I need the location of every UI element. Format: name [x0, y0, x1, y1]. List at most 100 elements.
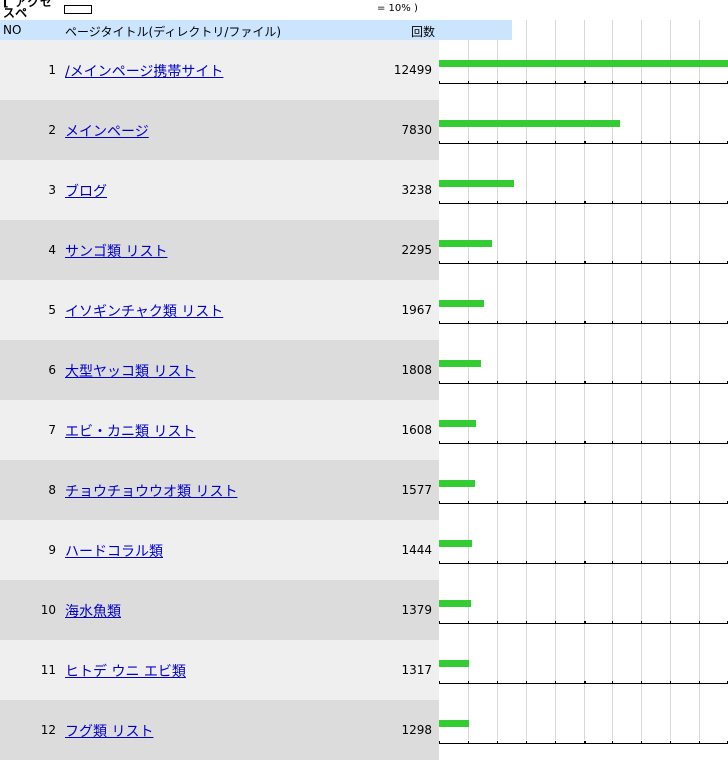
axis-tick: [526, 501, 527, 504]
visit-count: 1808: [401, 363, 432, 377]
table-row: 10 海水魚類 1379: [0, 580, 728, 640]
chart-bar: [439, 300, 484, 307]
header-no: NO: [3, 23, 22, 37]
axis-tick: [468, 621, 469, 624]
axis-tick: [555, 621, 556, 624]
page-title-link[interactable]: イソギンチャク類 リスト: [65, 301, 223, 321]
page-title-link[interactable]: チョウチョウウオ類 リスト: [65, 481, 237, 501]
axis-tick: [641, 561, 642, 564]
row-number: 10: [40, 603, 56, 617]
page-title-link[interactable]: エビ・カニ類 リスト: [65, 421, 195, 441]
chart-bar: [439, 60, 728, 67]
header-count: 回数: [411, 25, 436, 39]
visit-count: 7830: [401, 123, 432, 137]
page-title-link[interactable]: サンゴ類 リスト: [65, 241, 167, 261]
page-title-link[interactable]: メインページ: [65, 121, 149, 141]
axis-tick: [641, 621, 642, 624]
chart-bar: [439, 180, 514, 187]
axis-tick: [584, 561, 586, 564]
table-header: NO ページタイトル(ディレクトリ/ファイル) 回数: [0, 20, 512, 40]
axis-tick: [641, 81, 642, 84]
axis-tick: [584, 441, 586, 444]
axis-tick: [526, 561, 527, 564]
page-title-link[interactable]: 海水魚類: [65, 601, 121, 621]
axis-tick: [468, 201, 469, 204]
axis-tick: [612, 621, 613, 624]
axis-tick: [497, 681, 498, 684]
axis-tick: [555, 321, 556, 324]
axis-tick: [641, 141, 642, 144]
axis-tick: [612, 561, 613, 564]
page-title-link[interactable]: フグ類 リスト: [65, 721, 153, 741]
table-row: 7 エビ・カニ類 リスト 1608: [0, 400, 728, 460]
row-number: 2: [48, 123, 56, 137]
axis-tick: [497, 81, 498, 84]
corner-box: [64, 5, 92, 14]
axis-tick: [439, 561, 440, 564]
axis-tick: [612, 141, 613, 144]
axis-tick: [439, 681, 440, 684]
axis-tick: [699, 621, 700, 624]
axis-tick: [699, 141, 700, 144]
axis-tick: [670, 321, 671, 324]
top-bar: [ アクセスペ = 10% ): [0, 0, 728, 20]
row-number: 12: [40, 723, 56, 737]
table-row: 2 メインページ 7830: [0, 100, 728, 160]
axis-tick: [670, 381, 671, 384]
visit-count: 3238: [401, 183, 432, 197]
page-title-link[interactable]: 大型ヤッコ類 リスト: [65, 361, 195, 381]
axis-tick: [612, 741, 613, 744]
axis-tick: [670, 261, 671, 264]
axis-tick: [612, 381, 613, 384]
page-title-link[interactable]: /メインページ携帯サイト: [65, 61, 223, 81]
axis-tick: [670, 201, 671, 204]
axis-tick: [584, 681, 586, 684]
axis-tick: [468, 441, 469, 444]
axis-tick: [497, 741, 498, 744]
axis-tick: [555, 141, 556, 144]
page-title-link[interactable]: ヒトデ ウニ エビ類: [65, 661, 186, 681]
axis-tick: [641, 741, 642, 744]
row-number: 1: [48, 63, 56, 77]
axis-tick: [439, 621, 440, 624]
axis-tick: [670, 621, 671, 624]
axis-tick: [468, 141, 469, 144]
axis-tick: [555, 501, 556, 504]
visit-count: 1444: [401, 543, 432, 557]
row-number: 4: [48, 243, 56, 257]
table-row: 5 イソギンチャク類 リスト 1967: [0, 280, 728, 340]
axis-tick: [612, 321, 613, 324]
axis-tick: [584, 261, 586, 264]
table-row: 12 フグ類 リスト 1298: [0, 700, 728, 760]
axis-tick: [699, 261, 700, 264]
chart-bar: [439, 360, 481, 367]
axis-tick: [526, 741, 527, 744]
chart-bar: [439, 480, 475, 487]
axis-tick: [439, 501, 440, 504]
table-row: 11 ヒトデ ウニ エビ類 1317: [0, 640, 728, 700]
axis-tick: [439, 741, 440, 744]
axis-tick: [612, 81, 613, 84]
chart-bar: [439, 120, 620, 127]
visit-count: 2295: [401, 243, 432, 257]
chart-bar: [439, 720, 469, 727]
axis-tick: [468, 561, 469, 564]
row-number: 8: [48, 483, 56, 497]
axis-tick: [641, 261, 642, 264]
axis-tick: [468, 741, 469, 744]
axis-tick: [555, 81, 556, 84]
page-title-link[interactable]: ハードコラル類: [65, 541, 163, 561]
axis-tick: [526, 681, 527, 684]
chart-bar: [439, 240, 492, 247]
page-title-link[interactable]: ブログ: [65, 181, 107, 201]
axis-tick: [497, 141, 498, 144]
axis-tick: [555, 441, 556, 444]
axis-tick: [555, 681, 556, 684]
axis-tick: [439, 261, 440, 264]
axis-tick: [670, 741, 671, 744]
visit-count: 1317: [401, 663, 432, 677]
axis-tick: [526, 261, 527, 264]
axis-tick: [699, 201, 700, 204]
visit-count: 1608: [401, 423, 432, 437]
axis-tick: [670, 141, 671, 144]
